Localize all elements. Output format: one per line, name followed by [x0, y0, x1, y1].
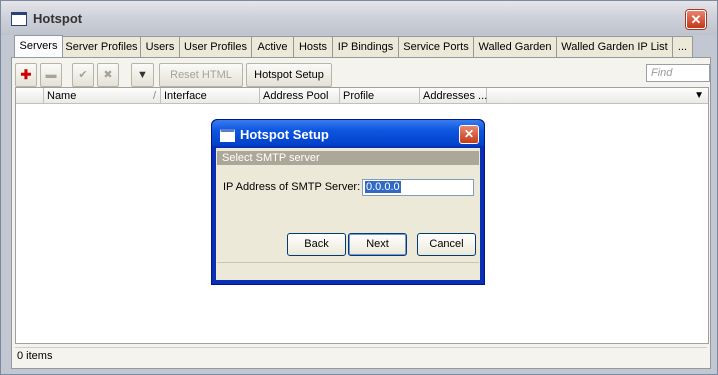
back-button[interactable]: Back — [287, 233, 346, 256]
tab-servers[interactable]: Servers — [14, 35, 63, 58]
tab-active[interactable]: Active — [251, 36, 294, 58]
sort-icon: / — [152, 90, 156, 102]
column-header-filler: ▼ — [487, 88, 708, 104]
column-header-marker[interactable] — [16, 88, 44, 104]
tab-ip-bindings[interactable]: IP Bindings — [332, 36, 399, 58]
window-icon — [11, 12, 27, 26]
add-button[interactable]: ✚ — [15, 63, 37, 87]
title-bar: Hotspot ✕ — [1, 1, 717, 35]
tab-server-profiles[interactable]: Server Profiles — [62, 36, 141, 58]
dialog-step-heading: Select SMTP server — [217, 151, 479, 165]
filter-button[interactable]: ▼ — [131, 63, 154, 87]
cancel-button[interactable]: Cancel — [417, 233, 476, 256]
dialog-close-button[interactable]: ✕ — [459, 125, 479, 144]
tab-walled-garden[interactable]: Walled Garden — [473, 36, 557, 58]
column-header-name[interactable]: Name / — [44, 88, 161, 104]
window-title: Hotspot — [33, 11, 83, 26]
dialog-body: Select SMTP server IP Address of SMTP Se… — [216, 148, 480, 280]
smtp-server-input[interactable]: 0.0.0.0 — [362, 179, 474, 196]
hotspot-setup-dialog: Hotspot Setup ✕ Select SMTP server IP Ad… — [211, 119, 485, 285]
disable-button[interactable]: ✖ — [97, 63, 119, 87]
column-header-address-pool[interactable]: Address Pool — [260, 88, 340, 104]
tab-user-profiles[interactable]: User Profiles — [179, 36, 252, 58]
column-header-profile[interactable]: Profile — [340, 88, 420, 104]
tab-hosts[interactable]: Hosts — [293, 36, 333, 58]
column-header-addresses[interactable]: Addresses ... — [420, 88, 487, 104]
window-close-button[interactable]: ✕ — [686, 10, 706, 29]
check-icon: ✔ — [78, 69, 88, 81]
tab-users[interactable]: Users — [140, 36, 180, 58]
smtp-server-value: 0.0.0.0 — [365, 181, 401, 193]
column-header-interface[interactable]: Interface — [161, 88, 260, 104]
hotspot-setup-button[interactable]: Hotspot Setup — [246, 63, 332, 87]
dialog-title: Hotspot Setup — [240, 127, 329, 142]
tab-service-ports[interactable]: Service Ports — [398, 36, 474, 58]
reset-html-button[interactable]: Reset HTML — [159, 63, 243, 87]
dialog-window-icon — [220, 129, 235, 142]
status-bar: 0 items — [15, 347, 707, 365]
minus-icon: ▬ — [45, 69, 57, 81]
dialog-footer — [217, 262, 479, 279]
find-input[interactable]: Find — [646, 64, 710, 82]
dialog-title-bar: Hotspot Setup ✕ — [212, 120, 484, 146]
smtp-server-label: IP Address of SMTP Server: — [223, 181, 361, 193]
plus-icon: ✚ — [20, 67, 32, 82]
tab-more[interactable]: ... — [672, 36, 693, 58]
filter-icon: ▼ — [137, 69, 148, 81]
next-button[interactable]: Next — [348, 233, 407, 256]
remove-button[interactable]: ▬ — [40, 63, 62, 87]
column-menu-icon[interactable]: ▼ — [694, 88, 704, 104]
x-icon: ✖ — [103, 69, 113, 81]
tab-walled-garden-ip-list[interactable]: Walled Garden IP List — [556, 36, 673, 58]
enable-button[interactable]: ✔ — [72, 63, 94, 87]
